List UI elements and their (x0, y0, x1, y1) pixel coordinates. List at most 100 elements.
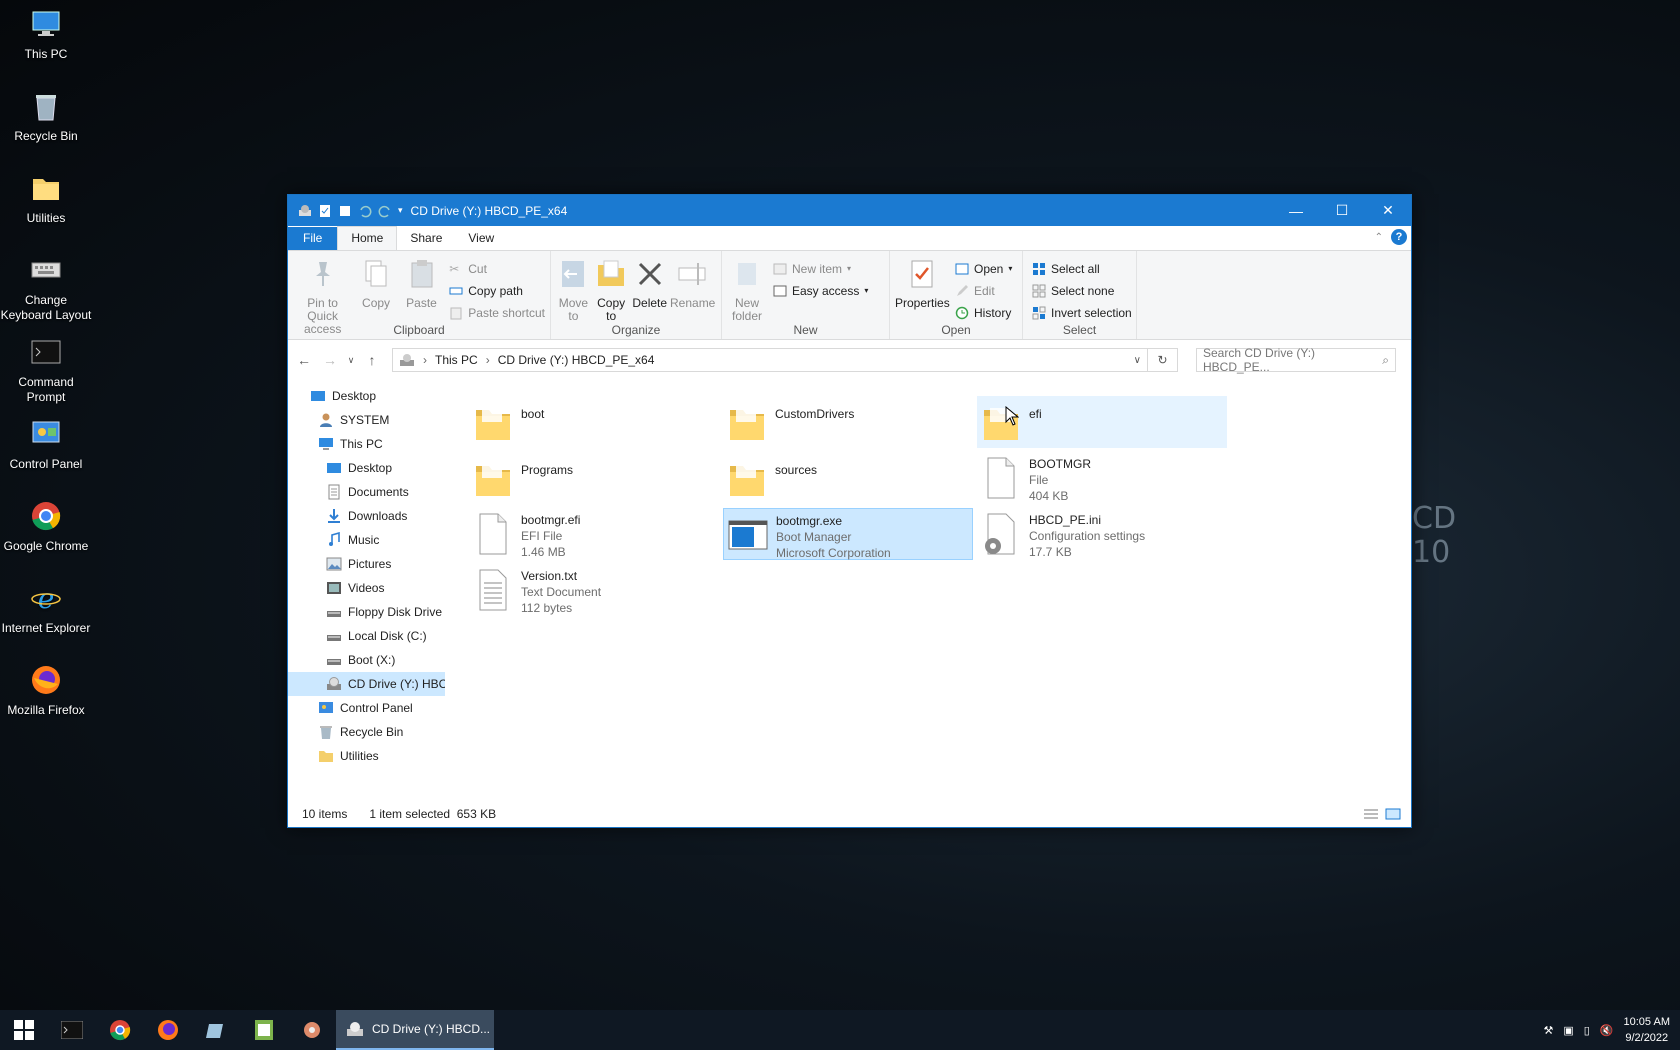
taskbar-explorer-window[interactable]: CD Drive (Y:) HBCD... (336, 1010, 494, 1050)
sidebar-item-pictures[interactable]: Pictures (288, 552, 445, 576)
volume-muted-icon[interactable]: 🔇 (1600, 1024, 1614, 1037)
sidebar-item-downloads[interactable]: Downloads (288, 504, 445, 528)
select-none-button[interactable]: Select none (1032, 282, 1132, 299)
minimize-button[interactable]: — (1273, 195, 1319, 226)
sidebar-item-desktop[interactable]: Desktop (288, 384, 445, 408)
sidebar-item-control-panel[interactable]: Control Panel (288, 696, 445, 720)
sidebar-item-videos[interactable]: Videos (288, 576, 445, 600)
recycle-bin-icon (0, 90, 92, 129)
file-item-bootmgr-efi[interactable]: bootmgr.efi EFI File 1.46 MB (469, 508, 719, 560)
file-item-sources[interactable]: sources (723, 452, 973, 504)
sidebar-item-utilities[interactable]: Utilities (288, 744, 445, 768)
usb-icon[interactable]: ▯ (1584, 1024, 1590, 1037)
desktop-icon-mozilla-firefox[interactable]: Mozilla Firefox (0, 664, 92, 718)
sidebar-item-cd-drive-y-hbc[interactable]: CD Drive (Y:) HBC (288, 672, 445, 696)
history-button[interactable]: History (955, 304, 1012, 321)
sidebar-item-boot-x-[interactable]: Boot (X:) (288, 648, 445, 672)
up-icon[interactable]: ↑ (362, 352, 382, 368)
desktop-icon-google-chrome[interactable]: Google Chrome (0, 500, 92, 554)
desktop-icon-recycle-bin[interactable]: Recycle Bin (0, 90, 92, 144)
properties-icon (911, 260, 933, 288)
sidebar-item-documents[interactable]: Documents (288, 480, 445, 504)
svg-text:e: e (38, 582, 55, 614)
drive-icon (326, 628, 342, 644)
file-item-bootmgr-exe[interactable]: bootmgr.exe Boot Manager Microsoft Corpora… (723, 508, 973, 560)
chevron-down-icon[interactable]: ∨ (1134, 355, 1141, 366)
back-icon[interactable]: ← (294, 352, 314, 368)
collapse-ribbon-icon[interactable]: ⌃ (1375, 232, 1383, 243)
taskbar-command-prompt[interactable] (48, 1010, 96, 1050)
address-bar[interactable]: › This PC › CD Drive (Y:) HBCD_PE_x64 ∨ (392, 348, 1148, 372)
cut-label: Cut (468, 261, 487, 276)
recent-locations-icon[interactable]: ∨ (346, 355, 356, 366)
taskbar-notepad[interactable] (192, 1010, 240, 1050)
close-button[interactable]: ✕ (1365, 195, 1411, 226)
new-item-button[interactable]: New item ▾ (773, 260, 868, 277)
redo-icon[interactable] (378, 204, 392, 218)
desktop-icon-control-panel[interactable]: Control Panel (0, 418, 92, 472)
maximize-button[interactable]: ☐ (1319, 195, 1365, 226)
clock[interactable]: 10:05 AM 9/2/2022 (1624, 1014, 1670, 1046)
paste-shortcut-button[interactable]: Paste shortcut (449, 304, 545, 321)
mouse-cursor-icon (1005, 406, 1019, 426)
copy-path-icon (449, 287, 463, 294)
customize-qat-icon[interactable]: ▾ (398, 205, 403, 216)
edit-button[interactable]: Edit (955, 282, 1012, 299)
taskbar-tool[interactable] (288, 1010, 336, 1050)
sidebar-item-label: This PC (340, 437, 383, 451)
taskbar-firefox[interactable] (144, 1010, 192, 1050)
large-icons-view-icon[interactable] (1385, 808, 1401, 820)
network-icon[interactable]: ⚒ (1543, 1024, 1553, 1037)
sidebar-item-system[interactable]: SYSTEM (288, 408, 445, 432)
refresh-button[interactable]: ↻ (1148, 348, 1178, 372)
file-item-bootmgr[interactable]: BOOTMGR File 404 KB (977, 452, 1227, 504)
taskbar-chrome[interactable] (96, 1010, 144, 1050)
sidebar-item-floppy-disk-drive[interactable]: Floppy Disk Drive (288, 600, 445, 624)
search-input[interactable]: Search CD Drive (Y:) HBCD_PE... ⌕ (1196, 346, 1396, 374)
breadcrumb-this-pc[interactable]: This PC (435, 353, 478, 367)
sidebar-item-label: Desktop (348, 461, 393, 475)
properties-icon[interactable] (318, 204, 332, 218)
sidebar-item-music[interactable]: Music (288, 528, 445, 552)
sidebar-item-desktop[interactable]: Desktop (288, 456, 445, 480)
select-all-button[interactable]: Select all (1032, 260, 1132, 277)
title-bar[interactable]: ▾ CD Drive (Y:) HBCD_PE_x64 — ☐ ✕ (288, 195, 1411, 226)
file-item-programs[interactable]: Programs (469, 452, 719, 504)
tab-home[interactable]: Home (337, 226, 398, 250)
chevron-down-icon: ▾ (864, 286, 869, 295)
open-button[interactable]: Open ▾ (955, 260, 1012, 277)
sidebar-item-local-disk-c-[interactable]: Local Disk (C:) (288, 624, 445, 648)
desktop-icon-this-pc[interactable]: This PC (0, 8, 92, 62)
desktop-icon-internet-explorer[interactable]: e Internet Explorer (0, 582, 92, 636)
copy-path-button[interactable]: Copy path (449, 282, 545, 299)
details-view-icon[interactable] (1363, 808, 1379, 820)
tab-file[interactable]: File (288, 227, 338, 250)
tab-share[interactable]: Share (397, 227, 455, 250)
file-item-boot[interactable]: boot (469, 396, 719, 448)
invert-selection-button[interactable]: Invert selection (1032, 304, 1132, 321)
file-type: Boot Manager (776, 530, 852, 544)
help-icon[interactable]: ? (1391, 229, 1407, 245)
desktop-icon-label: Mozilla Firefox (7, 703, 85, 717)
desktop-icon-utilities[interactable]: Utilities (0, 172, 92, 226)
forward-icon[interactable]: → (320, 352, 340, 368)
file-text: HBCD_PE.ini Configuration settings 17.7 KB (1029, 512, 1145, 559)
display-icon[interactable]: ▣ (1563, 1024, 1573, 1037)
file-item-version-txt[interactable]: Version.txt Text Document 112 bytes (469, 564, 719, 616)
breadcrumb-cd-drive[interactable]: CD Drive (Y:) HBCD_PE_x64 (498, 353, 655, 367)
notepad-icon (206, 1024, 223, 1038)
undo-icon[interactable] (358, 204, 372, 218)
easy-access-button[interactable]: Easy access ▾ (773, 282, 868, 299)
sidebar-item-recycle-bin[interactable]: Recycle Bin (288, 720, 445, 744)
new-folder-icon[interactable] (338, 204, 352, 218)
edit-label: Edit (974, 283, 995, 298)
file-item-hbcd-pe-ini[interactable]: HBCD_PE.ini Configuration settings 17.7 KB (977, 508, 1227, 560)
desktop-icon-change-keyboard-layout[interactable]: Change Keyboard Layout (0, 254, 92, 323)
taskbar-app[interactable] (240, 1010, 288, 1050)
start-button[interactable] (0, 1010, 48, 1050)
file-item-customdrivers[interactable]: CustomDrivers (723, 396, 973, 448)
cut-button[interactable]: ✂ Cut (449, 260, 545, 277)
sidebar-item-this-pc[interactable]: This PC (288, 432, 445, 456)
tab-view[interactable]: View (455, 227, 507, 250)
desktop-icon-command-prompt[interactable]: Command Prompt (0, 336, 92, 405)
